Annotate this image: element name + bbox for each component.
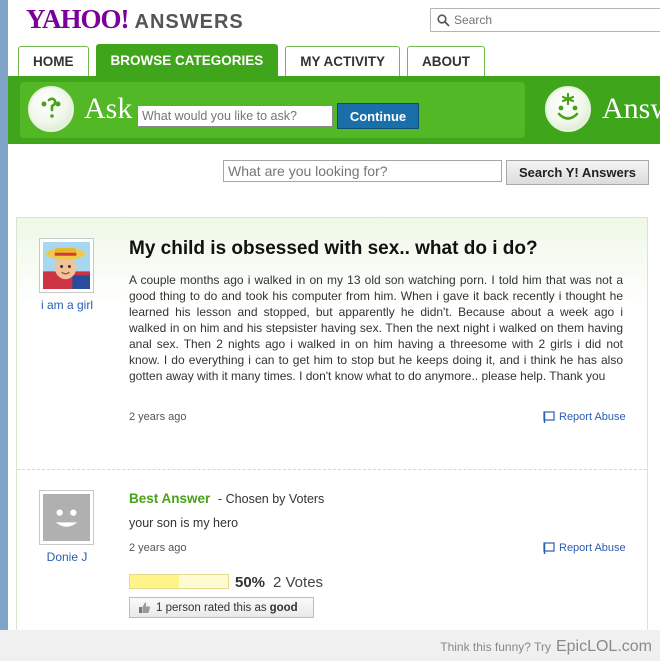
logo-answers-text: ANSWERS — [134, 11, 244, 33]
chosen-by-label: - Chosen by Voters — [218, 492, 325, 506]
question-title: My child is obsessed with sex.. what do … — [129, 238, 538, 259]
vote-progress-bar — [129, 574, 229, 589]
answerer-username[interactable]: Donie J — [27, 550, 107, 564]
tab-my-activity[interactable]: MY ACTIVITY — [285, 46, 401, 76]
footer-promo: Think this funny? Try EpicLOL.com — [440, 638, 652, 656]
ask-heading: Ask — [84, 92, 133, 125]
search-icon — [437, 13, 450, 27]
default-avatar-icon — [43, 494, 90, 541]
rated-good-button[interactable]: 1 person rated this as good — [129, 597, 314, 618]
question-timestamp: 2 years ago — [129, 411, 187, 423]
asker-avatar-image — [43, 242, 90, 289]
thumbs-up-icon — [139, 602, 150, 613]
answer-smiley-icon — [545, 86, 591, 132]
yahoo-answers-logo[interactable]: YAHOO! ANSWERS — [26, 4, 244, 34]
report-abuse-label: Report Abuse — [559, 411, 626, 423]
flag-icon — [543, 411, 555, 423]
top-search-box[interactable] — [430, 8, 660, 32]
asker-username[interactable]: i am a girl — [27, 298, 107, 312]
vote-progress-fill — [130, 575, 179, 588]
answer-heading: Answ — [602, 92, 660, 125]
answer-timestamp: 2 years ago — [129, 542, 187, 554]
main-nav-tabs: HOME BROWSE CATEGORIES MY ACTIVITY ABOUT — [18, 44, 492, 76]
ask-question-input[interactable] — [137, 105, 333, 127]
answers-search-input[interactable] — [223, 160, 502, 182]
vote-count: 2 Votes — [273, 574, 324, 591]
rated-prefix-text: 1 person rated this as — [156, 601, 267, 614]
flag-icon — [543, 542, 555, 554]
top-search-input[interactable] — [454, 13, 634, 27]
continue-button[interactable]: Continue — [337, 103, 419, 129]
vote-percentage: 50% — [235, 574, 266, 591]
footer-prompt: Think this funny? Try — [440, 640, 551, 654]
question-smiley-icon — [28, 86, 74, 132]
best-answer-text: your son is my hero — [129, 516, 239, 530]
logo-yahoo-text: YAHOO! — [26, 4, 130, 34]
report-abuse-label: Report Abuse — [559, 542, 626, 554]
answerer-avatar[interactable] — [39, 490, 94, 545]
tab-about[interactable]: ABOUT — [407, 46, 486, 76]
tab-home[interactable]: HOME — [18, 46, 89, 76]
search-answers-button[interactable]: Search Y! Answers — [506, 160, 649, 185]
asker-avatar[interactable] — [39, 238, 94, 293]
ask-bar: Ask Answ — [8, 76, 660, 144]
answer-report-abuse-link[interactable]: Report Abuse — [543, 542, 626, 554]
tab-browse-categories[interactable]: BROWSE CATEGORIES — [95, 44, 279, 76]
question-report-abuse-link[interactable]: Report Abuse — [543, 411, 626, 423]
left-rail — [0, 0, 8, 630]
footer-bar: Think this funny? Try EpicLOL.com — [0, 630, 660, 661]
question-body: A couple months ago i walked in on my 13… — [129, 273, 623, 383]
section-divider — [17, 469, 647, 470]
footer-brand-link[interactable]: EpicLOL.com — [556, 638, 652, 656]
rated-value-text: good — [269, 601, 298, 614]
best-answer-label: Best Answer — [129, 491, 211, 506]
